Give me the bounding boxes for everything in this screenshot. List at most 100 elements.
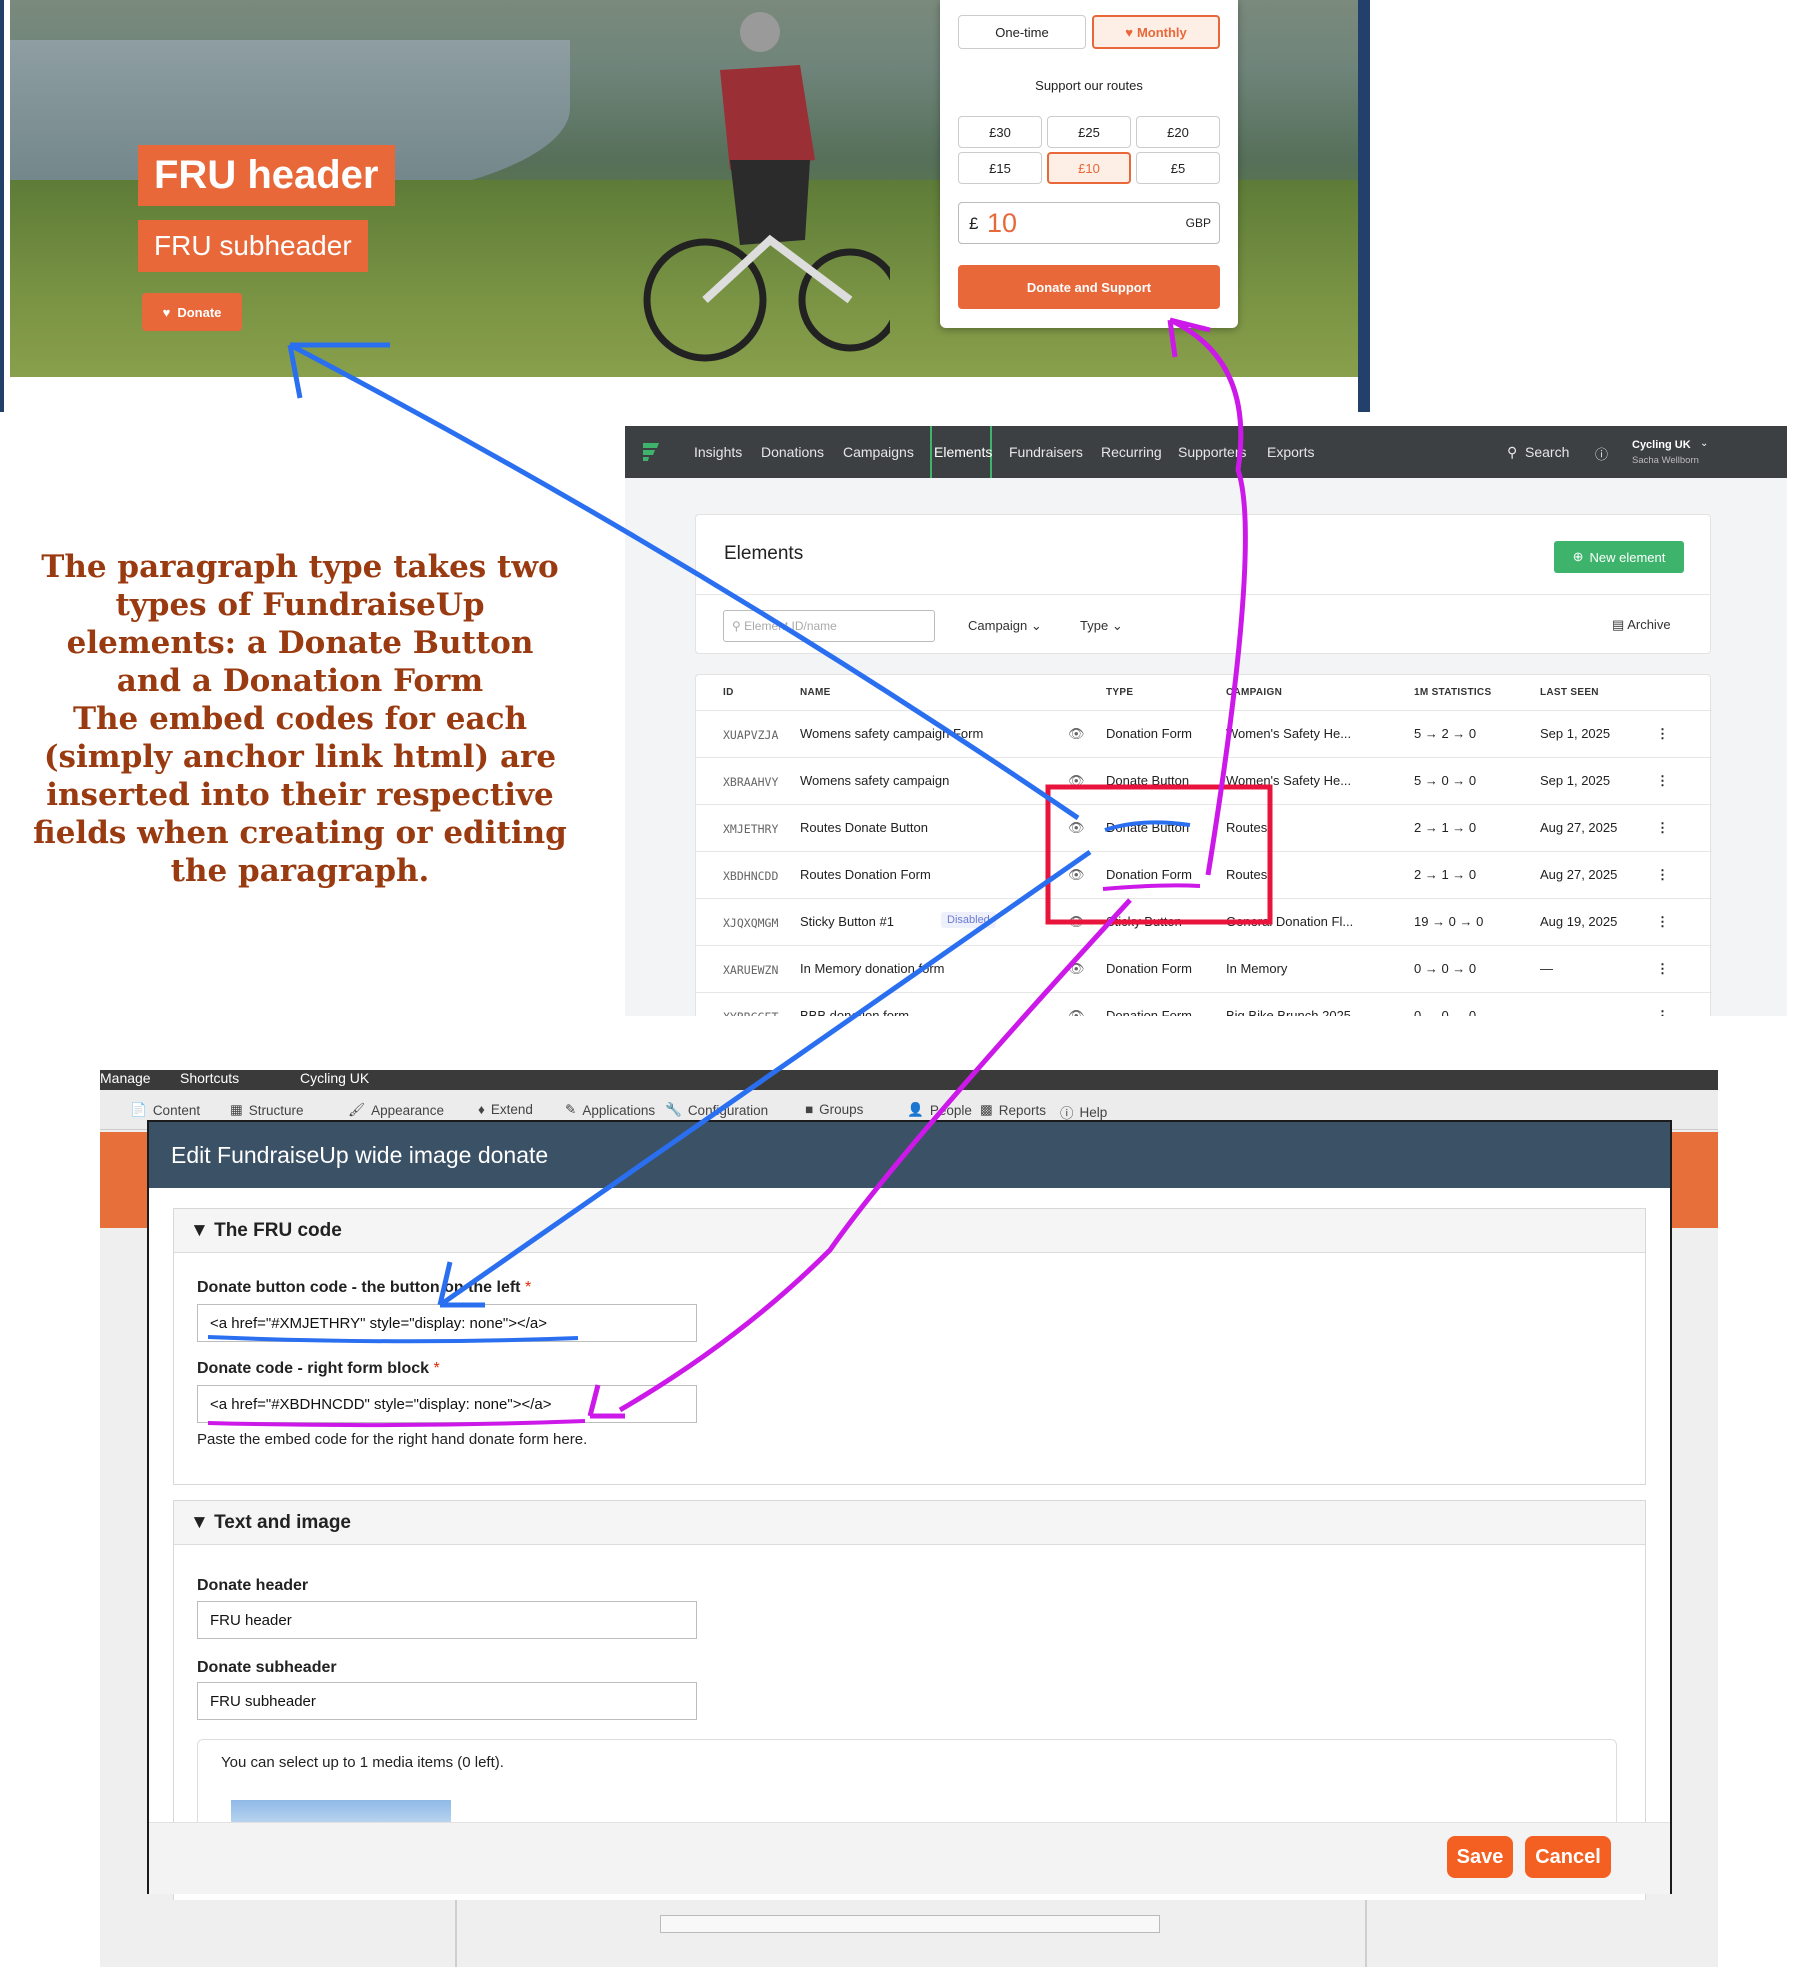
donate-button-code-input[interactable]: <a href="#XMJETHRY" style="display: none…	[197, 1304, 697, 1342]
element-name[interactable]: Sticky Button #1	[800, 914, 894, 929]
nav-supporters[interactable]: Supporters	[1178, 444, 1246, 460]
donate-and-support-button[interactable]: Donate and Support	[958, 265, 1220, 309]
more-menu-icon[interactable]: ⋮	[1656, 1008, 1669, 1016]
triangle-down-icon: ▼	[190, 1512, 209, 1533]
table-row[interactable]: XYBRGGET BBB donation form 👁 Donation Form B…	[696, 992, 1712, 1016]
save-button[interactable]: Save	[1447, 1836, 1513, 1878]
element-stats: 0 → 0 → 0	[1414, 1008, 1477, 1016]
fieldset-toggle[interactable]: ▼ The FRU code	[174, 1209, 1645, 1253]
required-mark: *	[524, 1279, 532, 1296]
element-name[interactable]: Routes Donate Button	[800, 820, 928, 835]
admin-tab-people[interactable]: 👤 People	[907, 1102, 972, 1118]
eye-icon[interactable]: 👁	[1068, 773, 1085, 789]
monthly-toggle[interactable]: ♥ Monthly	[1092, 15, 1220, 49]
search-icon[interactable]: ⚲	[1507, 444, 1517, 461]
admin-tab-groups[interactable]: ■ Groups	[805, 1102, 863, 1117]
toolbar-user[interactable]: Cycling UK	[300, 1070, 369, 1086]
eye-icon[interactable]: 👁	[1068, 1008, 1085, 1016]
amount-option[interactable]: £20	[1136, 116, 1220, 148]
element-campaign: Routes	[1226, 867, 1268, 882]
table-row[interactable]: XBRAAHVY Womens safety campaign 👁 Donate Bu…	[696, 757, 1712, 804]
eye-icon[interactable]: 👁	[1068, 961, 1085, 977]
element-name[interactable]: In Memory donation form	[800, 961, 945, 976]
org-name[interactable]: Cycling UK	[1632, 439, 1691, 451]
admin-tab-help[interactable]: ⓘ Help	[1060, 1102, 1107, 1122]
archive-button[interactable]: ▤ Archive	[1612, 617, 1671, 633]
new-element-button[interactable]: ⊕ New element	[1554, 541, 1684, 573]
donation-form-card: One-time ♥ Monthly Support our routes £3…	[940, 0, 1238, 328]
cancel-button[interactable]: Cancel	[1525, 1836, 1611, 1878]
new-element-label: New element	[1589, 549, 1666, 565]
element-id: XUAPVZJA	[723, 728, 779, 742]
col-statistics[interactable]: 1M STATISTICS	[1414, 687, 1491, 698]
more-menu-icon[interactable]: ⋮	[1656, 914, 1669, 930]
heart-icon: ♥	[1125, 24, 1133, 40]
table-row[interactable]: XBDHNCDD Routes Donation Form 👁 Donation Fo…	[696, 851, 1712, 898]
amount-option-selected[interactable]: £10	[1047, 152, 1131, 184]
more-menu-icon[interactable]: ⋮	[1656, 726, 1669, 742]
admin-tab-applications[interactable]: ✎ Applications	[565, 1102, 655, 1118]
hero-banner: FRU header FRU subheader ♥ Donate One-ti…	[10, 0, 1358, 377]
nav-recurring[interactable]: Recurring	[1101, 444, 1162, 460]
table-row[interactable]: XARUEWZN In Memory donation form 👁 Donation…	[696, 945, 1712, 992]
nav-search[interactable]: Search	[1525, 444, 1569, 460]
elements-table: ID NAME TYPE CAMPAIGN 1M STATISTICS LAST…	[695, 674, 1712, 1016]
element-name[interactable]: Routes Donation Form	[800, 867, 931, 882]
hero-donate-button[interactable]: ♥ Donate	[142, 293, 242, 331]
donate-header-input[interactable]: FRU header	[197, 1601, 697, 1639]
tab-icon: ♦	[478, 1102, 485, 1117]
donate-form-code-input[interactable]: <a href="#XBDHNCDD" style="display: none…	[197, 1385, 697, 1423]
element-search-input[interactable]: ⚲ Element ID/name	[723, 610, 935, 642]
table-row[interactable]: XMJETHRY Routes Donate Button 👁 Donate Butt…	[696, 804, 1712, 851]
toolbar-manage[interactable]: Manage	[100, 1070, 151, 1086]
admin-tab-content[interactable]: 📄 Content	[130, 1102, 200, 1118]
more-menu-icon[interactable]: ⋮	[1656, 867, 1669, 883]
table-row[interactable]: XJQXQMGM Sticky Button #1 Disabled 👁 Sticky …	[696, 898, 1712, 945]
admin-tab-reports[interactable]: ▩ Reports	[980, 1102, 1046, 1118]
hero-subheader: FRU subheader	[138, 220, 368, 272]
eye-icon[interactable]: 👁	[1068, 726, 1085, 742]
cyclist-photo	[643, 12, 890, 362]
help-icon[interactable]: ⓘ	[1595, 444, 1608, 463]
element-name[interactable]: Womens safety campaign Form	[800, 726, 983, 741]
amount-option[interactable]: £5	[1136, 152, 1220, 184]
nav-exports[interactable]: Exports	[1267, 444, 1314, 460]
admin-tab-appearance[interactable]: 🖌 Appearance	[348, 1102, 444, 1118]
element-name[interactable]: Womens safety campaign	[800, 773, 949, 788]
admin-tab-structure[interactable]: ▦ Structure	[230, 1102, 304, 1118]
amount-option[interactable]: £25	[1047, 116, 1131, 148]
window-frame-left	[0, 0, 4, 412]
eye-icon[interactable]: 👁	[1068, 820, 1085, 836]
table-row[interactable]: XUAPVZJA Womens safety campaign Form 👁 Dona…	[696, 710, 1712, 757]
plus-circle-icon: ⊕	[1572, 549, 1584, 564]
nav-fundraisers[interactable]: Fundraisers	[1009, 444, 1083, 460]
element-name[interactable]: BBB donation form	[800, 1008, 909, 1016]
fieldset-title: The FRU code	[214, 1220, 342, 1241]
col-type: TYPE	[1106, 687, 1134, 698]
type-filter[interactable]: Type ⌄	[1080, 618, 1123, 634]
campaign-filter[interactable]: Campaign ⌄	[968, 618, 1042, 634]
element-stats: 2 → 1 → 0	[1414, 820, 1477, 835]
fieldset-toggle[interactable]: ▼ Text and image	[174, 1501, 1645, 1545]
toolbar-shortcuts[interactable]: Shortcuts	[180, 1070, 239, 1086]
admin-tab-extend[interactable]: ♦ Extend	[478, 1102, 533, 1117]
amount-input[interactable]: £ 10 GBP	[958, 202, 1220, 244]
nav-insights[interactable]: Insights	[694, 444, 742, 460]
donate-subheader-input[interactable]: FRU subheader	[197, 1682, 697, 1720]
more-menu-icon[interactable]: ⋮	[1656, 961, 1669, 977]
eye-icon[interactable]: 👁	[1068, 867, 1085, 883]
top-nav: Insights Donations Campaigns Elements Fu…	[625, 426, 1787, 478]
admin-tab-configuration[interactable]: 🔧 Configuration	[665, 1102, 768, 1118]
more-menu-icon[interactable]: ⋮	[1656, 820, 1669, 836]
nav-donations[interactable]: Donations	[761, 444, 824, 460]
amount-option[interactable]: £15	[958, 152, 1042, 184]
element-id: XYBRGGET	[723, 1010, 778, 1016]
nav-elements[interactable]: Elements	[930, 426, 992, 478]
more-menu-icon[interactable]: ⋮	[1656, 773, 1669, 789]
field-label: Donate subheader	[197, 1659, 337, 1676]
amount-option[interactable]: £30	[958, 116, 1042, 148]
eye-icon[interactable]: 👁	[1068, 914, 1085, 930]
nav-campaigns[interactable]: Campaigns	[843, 444, 914, 460]
element-campaign: Big Bike Brunch 2025	[1226, 1008, 1352, 1016]
one-time-toggle[interactable]: One-time	[958, 15, 1086, 49]
